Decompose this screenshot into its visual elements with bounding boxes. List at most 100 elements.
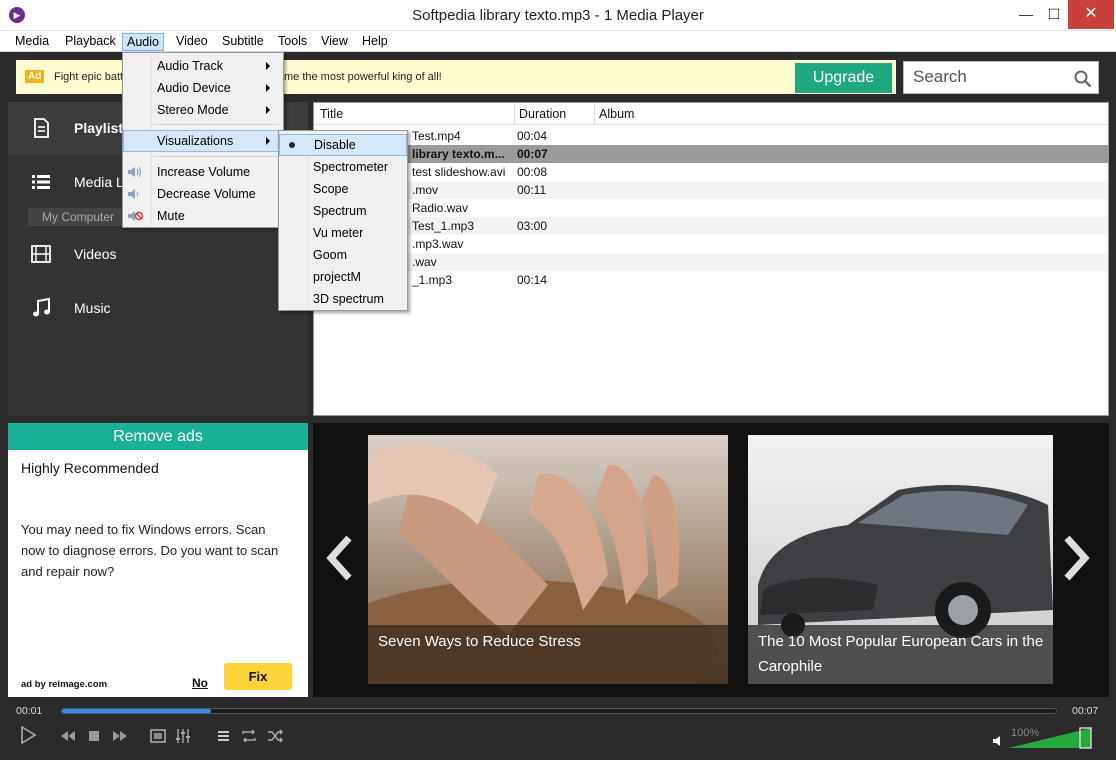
menu-item-stereo-mode[interactable]: Stereo Mode (123, 99, 283, 121)
carousel-card[interactable]: Seven Ways to Reduce Stress (368, 435, 728, 684)
menu-item-label: Mute (157, 209, 185, 223)
menu-item-increase-volume[interactable]: Increase Volume (123, 161, 283, 183)
table-row[interactable]: test slideshow.avi 00:08 (314, 163, 1108, 181)
fix-button[interactable]: Fix (224, 663, 292, 690)
shuffle-icon[interactable] (266, 727, 284, 745)
menu-media[interactable]: Media (11, 33, 53, 51)
no-button[interactable]: No (192, 676, 208, 690)
menu-item-label: Disable (314, 138, 356, 152)
menu-subtitle[interactable]: Subtitle (218, 33, 268, 51)
sidebar-item-music[interactable]: Music (8, 282, 308, 335)
menu-item-scope[interactable]: Scope (279, 178, 407, 200)
menu-tools[interactable]: Tools (274, 33, 311, 51)
document-icon (34, 118, 49, 138)
seek-bar[interactable] (61, 708, 1057, 714)
menu-separator (153, 156, 279, 157)
sidebar-label-videos: Videos (74, 246, 117, 262)
menu-item-decrease-volume[interactable]: Decrease Volume (123, 183, 283, 205)
menu-bar: Media Playback Audio Video Subtitle Tool… (0, 31, 1116, 52)
table-row-playing[interactable]: library texto.m... 00:07 (314, 145, 1108, 163)
sidebar-label-music: Music (74, 300, 111, 316)
menu-item-projectm[interactable]: projectM (279, 266, 407, 288)
table-row[interactable]: .mov 00:11 (314, 181, 1108, 199)
close-button[interactable]: ✕ (1068, 0, 1114, 29)
table-row[interactable]: Radio.wav (314, 199, 1108, 217)
submenu-arrow-icon (266, 106, 270, 114)
menu-item-spectrum[interactable]: Spectrum (279, 200, 407, 222)
equalizer-icon[interactable] (175, 727, 191, 745)
play-icon[interactable] (19, 726, 37, 744)
table-row[interactable]: Test_1.mp3 03:00 (314, 217, 1108, 235)
menu-audio[interactable]: Audio (122, 33, 164, 51)
menu-item-label: projectM (313, 270, 361, 284)
minimize-button[interactable]: — (1012, 0, 1040, 29)
menu-item-vu-meter[interactable]: Vu meter (279, 222, 407, 244)
table-row[interactable]: .mp3.wav (314, 235, 1108, 253)
menu-item-audio-device[interactable]: Audio Device (123, 77, 283, 99)
menu-item-3d-spectrum[interactable]: 3D spectrum (279, 288, 407, 310)
column-duration[interactable]: Duration (519, 107, 566, 121)
speaker-icon[interactable] (992, 735, 1004, 747)
chevron-left-icon[interactable] (325, 533, 355, 583)
playlist-icon[interactable] (216, 727, 230, 745)
search-icon[interactable] (1074, 70, 1092, 88)
mute-icon (128, 211, 143, 221)
music-note-icon (33, 297, 50, 317)
menu-separator (153, 124, 279, 125)
maximize-button[interactable]: ☐ (1040, 0, 1068, 29)
row-duration: 00:14 (517, 273, 548, 287)
menu-item-label: Vu meter (313, 226, 364, 240)
row-title: test slideshow.avi (412, 165, 506, 179)
menu-item-spectrometer[interactable]: Spectrometer (279, 156, 407, 178)
fullscreen-icon[interactable] (150, 727, 166, 745)
row-duration: 00:08 (517, 165, 548, 179)
menu-video[interactable]: Video (172, 33, 212, 51)
remove-ads-button[interactable]: Remove ads (8, 423, 308, 450)
menu-help[interactable]: Help (358, 33, 392, 51)
column-title[interactable]: Title (320, 107, 343, 121)
volume-slider[interactable] (1009, 727, 1093, 749)
carousel-card[interactable]: The 10 Most Popular European Cars in the… (748, 435, 1053, 684)
row-duration: 03:00 (517, 219, 548, 233)
menu-item-audio-track[interactable]: Audio Track (123, 55, 283, 77)
menu-item-mute[interactable]: Mute (123, 205, 283, 227)
column-divider[interactable] (594, 103, 595, 125)
row-duration: 00:04 (517, 129, 548, 143)
menu-item-goom[interactable]: Goom (279, 244, 407, 266)
menu-item-visualizations[interactable]: Visualizations (123, 130, 283, 152)
menu-item-label: Spectrum (313, 204, 367, 218)
upgrade-button[interactable]: Upgrade (795, 63, 892, 93)
volume-down-icon (128, 189, 139, 199)
next-icon[interactable] (111, 727, 129, 745)
menu-item-disable[interactable]: Disable (279, 134, 407, 156)
radio-selected-icon (289, 142, 295, 148)
row-title: .mp3.wav (412, 237, 464, 251)
row-title: library texto.m... (412, 147, 505, 161)
column-album[interactable]: Album (599, 107, 634, 121)
menu-playback[interactable]: Playback (61, 33, 120, 51)
sidebar-item-videos[interactable]: Videos (8, 228, 308, 281)
volume-up-icon (128, 166, 142, 178)
title-bar: ▶ Softpedia library texto.mp3 - 1 Media … (0, 0, 1116, 31)
table-row[interactable]: Test.mp4 00:04 (314, 127, 1108, 145)
menu-item-label: Audio Track (157, 59, 224, 73)
card-caption: Seven Ways to Reduce Stress (378, 633, 581, 650)
menu-item-label: Scope (313, 182, 349, 196)
sidebar-label-media-library: Media Li (74, 174, 127, 190)
search-input[interactable]: Search (903, 61, 1099, 94)
recommendation-message: You may need to fix Windows errors. Scan… (21, 522, 279, 579)
elapsed-time: 00:01 (16, 705, 43, 717)
previous-icon[interactable] (59, 727, 77, 745)
menu-view[interactable]: View (317, 33, 352, 51)
repeat-icon[interactable] (240, 727, 258, 745)
row-duration: 00:07 (517, 147, 548, 161)
table-row[interactable]: _1.mp3 00:14 (314, 271, 1108, 289)
menu-item-label: Decrease Volume (157, 187, 256, 201)
film-icon (31, 245, 51, 263)
playlist-table[interactable]: Title Duration Album Test.mp4 00:04 libr… (313, 102, 1109, 416)
column-divider[interactable] (514, 103, 515, 125)
stop-icon[interactable] (86, 727, 102, 745)
table-row[interactable]: .wav (314, 253, 1108, 271)
chevron-right-icon[interactable] (1061, 533, 1091, 583)
menu-item-label: Goom (313, 248, 348, 262)
